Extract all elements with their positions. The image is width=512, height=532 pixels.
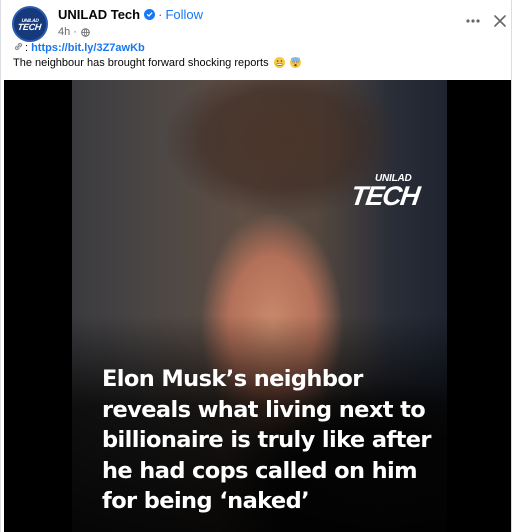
post-timestamp[interactable]: 4h · xyxy=(58,26,77,38)
post-media[interactable]: UNILAD TECH Elon Musk’s neighbor reveals… xyxy=(4,80,511,532)
verified-badge-icon xyxy=(144,9,156,20)
close-icon xyxy=(494,15,506,27)
page-avatar[interactable]: UNILAD TECH xyxy=(12,6,48,42)
headline-line: he had cops called on him xyxy=(102,457,418,484)
headline-line: billionaire is truly like after xyxy=(102,427,432,453)
fearful-face-emoji xyxy=(289,57,301,68)
headline-line: for being ‘naked’ xyxy=(102,488,310,514)
page-name-row: UNILAD Tech · Follow xyxy=(58,7,203,22)
media-headline: Elon Musk’s neighbor reveals what living… xyxy=(102,364,437,517)
page-name[interactable]: UNILAD Tech xyxy=(58,7,140,22)
close-button[interactable] xyxy=(491,12,509,30)
more-options-icon xyxy=(466,19,480,23)
headline-line: reveals what living next to xyxy=(102,396,426,423)
link-icon xyxy=(13,41,24,55)
post-caption: The neighbour has brought forward shocki… xyxy=(13,57,301,69)
unilad-tech-logo: UNILAD TECH xyxy=(348,173,421,211)
facebook-post: UNILAD TECH UNILAD Tech · Follow 4h ·: … xyxy=(0,0,512,532)
short-link[interactable]: https://bit.ly/3Z7awKb xyxy=(31,42,145,54)
post-header: UNILAD TECH UNILAD Tech · Follow 4h · xyxy=(11,4,506,44)
headline-line: Elon Musk’s neighbor xyxy=(102,366,363,392)
link-prefix: : xyxy=(25,42,29,54)
more-options-button[interactable] xyxy=(462,13,484,29)
link-row: : https://bit.ly/3Z7awKb xyxy=(13,41,145,55)
caption-text: The neighbour has brought forward shocki… xyxy=(13,57,269,69)
follow-button[interactable]: Follow xyxy=(165,7,203,22)
separator-dot: · xyxy=(158,7,163,22)
avatar-logo: UNILAD TECH xyxy=(17,17,42,32)
post-meta: 4h · xyxy=(58,26,90,38)
grimacing-face-emoji xyxy=(273,57,285,68)
globe-icon xyxy=(81,27,90,37)
